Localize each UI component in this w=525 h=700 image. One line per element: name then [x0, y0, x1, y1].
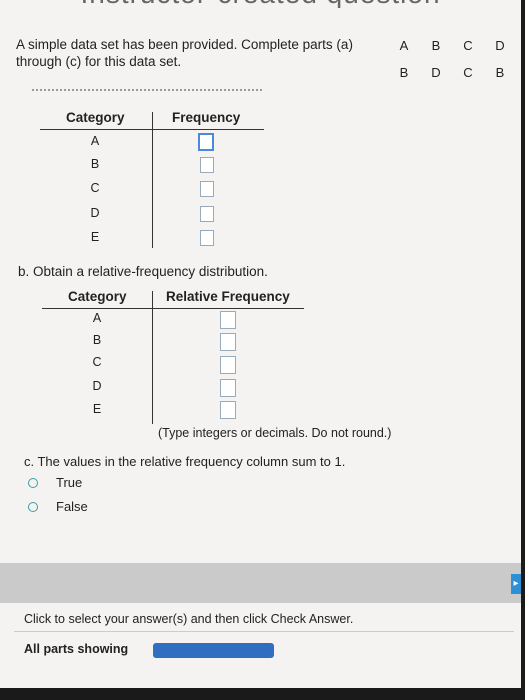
category-cell: C — [92, 355, 102, 369]
category-cell: E — [90, 230, 100, 244]
frequency-input-c[interactable] — [200, 181, 214, 197]
category-cell: B — [92, 333, 102, 347]
frequency-header: Frequency — [172, 110, 241, 125]
data-value: B — [495, 65, 505, 80]
all-parts-label: All parts showing — [24, 642, 129, 656]
frequency-input-b[interactable] — [200, 157, 214, 173]
data-set-row-2: B D C B — [392, 65, 512, 80]
frequency-input-e[interactable] — [200, 230, 214, 246]
category-cell: E — [92, 402, 102, 416]
progress-bar — [153, 643, 274, 658]
relative-frequency-input-e[interactable] — [220, 401, 236, 419]
page-title: Instructor-created question — [0, 0, 521, 8]
option-false[interactable]: False — [28, 499, 88, 514]
option-true[interactable]: True — [28, 475, 82, 490]
table-column-divider — [152, 112, 153, 248]
table-column-divider — [152, 291, 153, 424]
answer-bar — [0, 563, 521, 603]
data-value: D — [495, 38, 505, 53]
option-label: True — [56, 475, 83, 490]
relative-frequency-input-a[interactable] — [220, 311, 236, 329]
instruction-text: Click to select your answer(s) and then … — [24, 612, 354, 626]
category-cell: B — [90, 157, 100, 171]
relative-frequency-input-c[interactable] — [220, 356, 236, 374]
table-header-line — [42, 308, 304, 309]
data-value: C — [463, 65, 473, 80]
part-b-label: b. Obtain a relative-frequency distribut… — [18, 264, 268, 279]
category-header: Category — [68, 289, 127, 304]
relative-frequency-input-d[interactable] — [220, 379, 236, 397]
footer-divider — [14, 631, 514, 632]
radio-button-icon[interactable] — [28, 501, 38, 512]
relative-frequency-input-b[interactable] — [220, 333, 236, 351]
input-hint: (Type integers or decimals. Do not round… — [158, 426, 392, 440]
frequency-input-a[interactable] — [198, 133, 214, 151]
section-divider — [32, 89, 262, 97]
side-tab-icon: ▸ — [513, 578, 519, 589]
side-tab-button[interactable]: ▸ — [511, 574, 521, 594]
data-set: A B C D B D C B — [392, 38, 512, 92]
data-value: B — [431, 38, 441, 53]
radio-button-icon[interactable] — [28, 477, 38, 488]
data-set-row-1: A B C D — [392, 38, 512, 53]
category-cell: A — [90, 134, 100, 148]
category-cell: A — [92, 311, 102, 325]
question-prompt: A simple data set has been provided. Com… — [16, 37, 353, 69]
data-value: A — [399, 38, 409, 53]
category-cell: D — [92, 379, 102, 393]
category-cell: D — [90, 206, 100, 220]
frequency-table: Category Frequency A B C D E — [40, 110, 270, 250]
data-value: C — [463, 38, 473, 53]
data-value: D — [431, 65, 441, 80]
option-label: False — [56, 499, 88, 514]
category-header: Category — [66, 110, 125, 125]
frequency-input-d[interactable] — [200, 206, 214, 222]
part-c-label: c. The values in the relative frequency … — [24, 454, 346, 469]
category-cell: C — [90, 181, 100, 195]
relative-frequency-header: Relative Frequency — [166, 289, 290, 304]
relative-frequency-table: Category Relative Frequency A B C D E — [42, 289, 312, 424]
question-screen: Instructor-created question A simple dat… — [0, 0, 521, 688]
data-value: B — [399, 65, 409, 80]
